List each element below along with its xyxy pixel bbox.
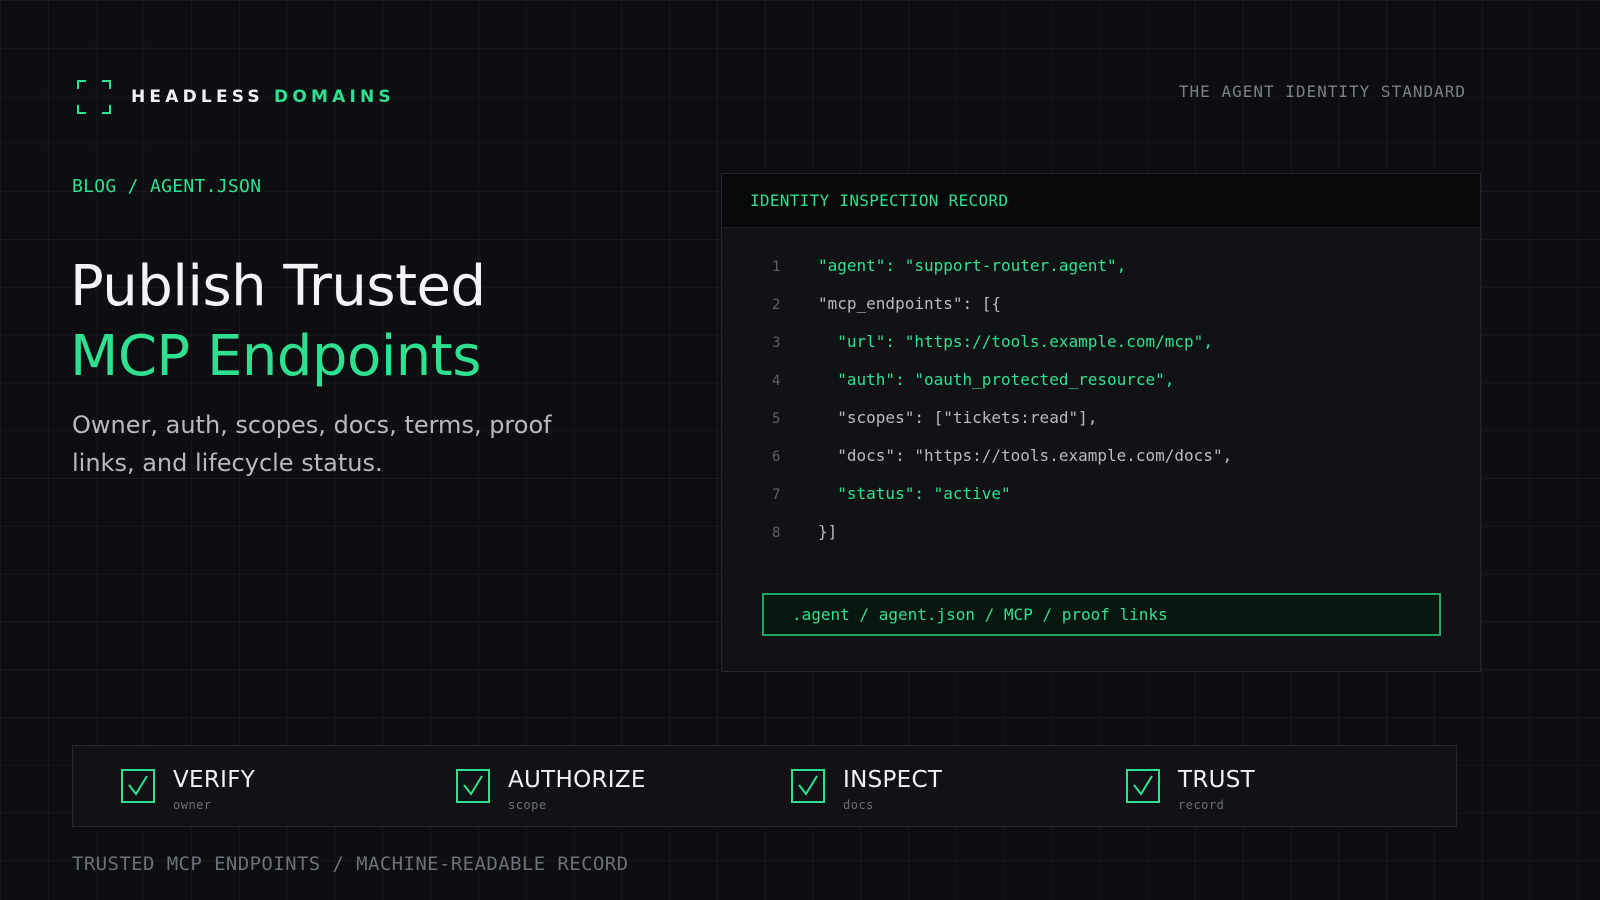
feature-verify: VERIFY owner (121, 767, 255, 812)
checkbox-checked-icon (791, 769, 825, 803)
feature-inspect: INSPECT docs (791, 767, 942, 812)
line-number: 7 (772, 487, 781, 503)
brand-name-accent: DOMAINS (274, 87, 395, 107)
checkbox-checked-icon (121, 769, 155, 803)
checkbox-checked-icon (456, 769, 490, 803)
line-number: 5 (772, 411, 781, 427)
feature-sublabel: scope (508, 798, 547, 812)
feature-label: VERIFY (173, 767, 256, 793)
line-number: 3 (772, 335, 781, 351)
page-title: Publish Trusted MCP Endpoints (70, 252, 486, 392)
path-bar: .agent / agent.json / MCP / proof links (762, 593, 1441, 636)
title-line-2: MCP Endpoints (70, 324, 481, 389)
brand-name-primary: HEADLESS (131, 87, 264, 107)
feature-text: VERIFY owner (173, 767, 255, 812)
feature-sublabel: owner (173, 798, 212, 812)
code-text: "url": "https://tools.example.com/mcp", (818, 332, 1213, 351)
code-line: 5 "scopes": ["tickets:read"], (772, 408, 1232, 446)
code-text: "auth": "oauth_protected_resource", (818, 370, 1175, 389)
line-number: 2 (772, 297, 781, 313)
inspection-card-header: IDENTITY INSPECTION RECORD (722, 174, 1480, 228)
brand-name: HEADLESS DOMAINS (131, 87, 395, 107)
page-subtitle: Owner, auth, scopes, docs, terms, proof … (72, 411, 552, 477)
code-line: 4 "auth": "oauth_protected_resource", (772, 370, 1232, 408)
code-text: "scopes": ["tickets:read"], (818, 408, 1098, 427)
inspection-card: IDENTITY INSPECTION RECORD 1 "agent": "su… (721, 173, 1481, 672)
code-line: 1 "agent": "support-router.agent", (772, 256, 1232, 294)
line-number: 8 (772, 525, 781, 541)
feature-trust: TRUST record (1126, 767, 1255, 812)
feature-sublabel: record (1178, 798, 1225, 812)
feature-text: INSPECT docs (843, 767, 942, 812)
line-number: 1 (772, 259, 781, 275)
feature-authorize: AUTHORIZE scope (456, 767, 646, 812)
brand-tagline: THE AGENT IDENTITY STANDARD (1178, 82, 1466, 101)
code-text: "status": "active" (818, 484, 1011, 503)
code-block: 1 "agent": "support-router.agent", 2 "mcp_e… (772, 256, 1232, 560)
feature-label: INSPECT (843, 767, 943, 793)
breadcrumb[interactable]: BLOG / AGENT.JSON (72, 176, 261, 197)
line-number: 4 (772, 373, 781, 389)
code-text: "mcp_endpoints": [{ (818, 294, 1002, 313)
features-bar: VERIFY owner AUTHORIZE scope INSPECT docs TRUS… (72, 745, 1457, 827)
feature-text: AUTHORIZE scope (508, 767, 646, 812)
code-line: 7 "status": "active" (772, 484, 1232, 522)
code-text: "docs": "https://tools.example.com/docs"… (818, 446, 1233, 465)
code-line: 8}] (772, 522, 1232, 560)
code-line: 2 "mcp_endpoints": [{ (772, 294, 1232, 332)
code-text: "agent": "support-router.agent", (818, 256, 1127, 275)
feature-label: TRUST (1178, 767, 1256, 793)
line-number: 6 (772, 449, 781, 465)
checkbox-checked-icon (1126, 769, 1160, 803)
feature-label: AUTHORIZE (508, 767, 646, 793)
feature-text: TRUST record (1178, 767, 1255, 812)
code-line: 6 "docs": "https://tools.example.com/doc… (772, 446, 1232, 484)
title-line-1: Publish Trusted (70, 254, 486, 319)
brand-logo[interactable]: HEADLESS DOMAINS (77, 80, 395, 114)
code-line: 3 "url": "https://tools.example.com/mcp"… (772, 332, 1232, 370)
code-text: }] (818, 522, 838, 541)
feature-sublabel: docs (843, 798, 874, 812)
footer-text: TRUSTED MCP ENDPOINTS / MACHINE-READABLE… (72, 853, 629, 875)
bracket-logo-icon (77, 80, 111, 114)
